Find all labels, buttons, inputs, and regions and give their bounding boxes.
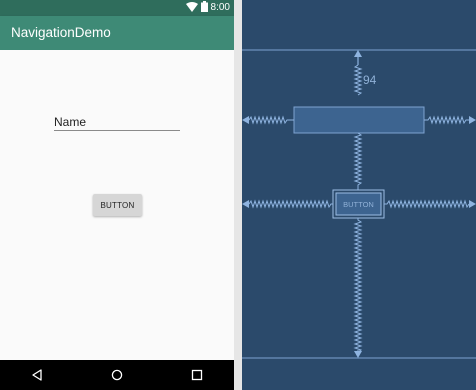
status-bar: 8:00 (0, 0, 234, 16)
back-icon[interactable] (28, 367, 46, 383)
edittext-right-constraint[interactable] (424, 115, 476, 125)
button-left-constraint[interactable] (242, 199, 333, 209)
status-time: 8:00 (210, 2, 230, 13)
pane-divider (234, 0, 242, 390)
top-constraint[interactable] (353, 50, 363, 96)
button-right-constraint[interactable] (384, 199, 476, 209)
home-icon[interactable] (108, 367, 126, 383)
app-bar: NavigationDemo (0, 16, 234, 50)
design-pane: 8:00 NavigationDemo BUTTON (0, 0, 234, 390)
edittext-left-constraint[interactable] (242, 115, 294, 125)
wifi-icon (185, 0, 198, 17)
bottom-constraint[interactable] (353, 218, 363, 358)
blueprint-pane: 94 BUTTON (242, 0, 476, 390)
margin-label: 94 (363, 73, 377, 87)
edittext-button-constraint[interactable] (353, 132, 363, 190)
button-blueprint-label: BUTTON (343, 200, 374, 209)
battery-icon (200, 0, 208, 17)
app-title: NavigationDemo (11, 25, 111, 40)
status-icons: 8:00 (185, 0, 230, 17)
content-area: BUTTON (0, 50, 234, 360)
recents-icon[interactable] (188, 367, 206, 383)
navigation-bar (0, 360, 234, 390)
main-button[interactable]: BUTTON (93, 194, 142, 216)
name-input[interactable] (54, 113, 180, 131)
edittext-blueprint[interactable] (293, 106, 425, 134)
